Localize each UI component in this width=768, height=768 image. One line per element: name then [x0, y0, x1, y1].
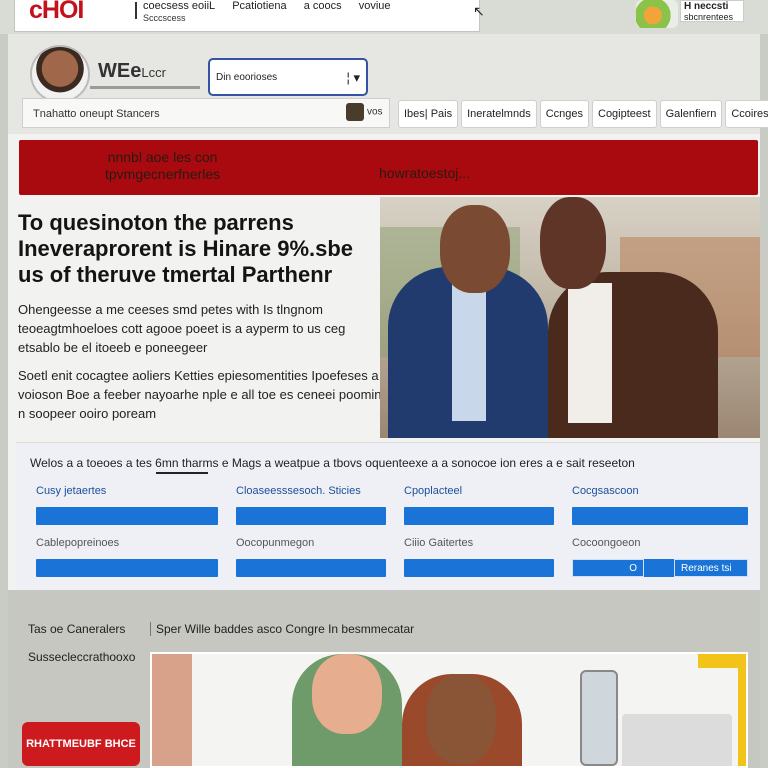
top-bar: cHOI coecsess eoiiL Pcatiotiena a coocs … — [0, 0, 768, 34]
select-caret-icon: ¦ ▾ — [346, 70, 360, 85]
top-links: coecsess eoiiL Pcatiotiena a coocs voviu… — [143, 0, 405, 12]
page: WEeLccr Din eoorioses ¦ ▾ Tnahatto oneup… — [8, 34, 768, 768]
brand-name[interactable]: WEeLccr — [98, 60, 166, 83]
promo-badge-icon[interactable] — [636, 0, 678, 28]
hero-text: To quesinoton the parrens Ineveraprorent… — [18, 210, 383, 423]
nav-item-5[interactable]: Galenfiern — [659, 100, 723, 128]
field-label-3b: Ciiio Gaitertes — [404, 537, 474, 549]
field-input-2[interactable] — [236, 507, 386, 525]
brand-main: WEe — [98, 60, 142, 82]
field-label-2: Cloaseesssesoch. Sticies — [236, 485, 361, 497]
cursor-arrow-icon: ↖ — [473, 3, 485, 19]
form-column-1: Cusy jetaertes Cablepopreinoes — [36, 485, 218, 577]
field-input-3[interactable] — [404, 507, 554, 525]
top-header-panel: cHOI coecsess eoiiL Pcatiotiena a coocs … — [14, 0, 485, 32]
hero-title-line-2: Ineveraprorent is Hinare 9%.sbe — [18, 236, 354, 261]
photo-woman-shirt — [568, 283, 612, 423]
banner-line-1: nnnbl aoe les con — [107, 149, 218, 165]
photo-person-edge — [152, 654, 192, 766]
nav-item-3[interactable]: Ccnges — [539, 100, 589, 128]
search-bar[interactable]: Tnahatto oneupt Stancers vos — [22, 98, 390, 128]
banner-line-2: tpvmgecnerfnerles — [105, 166, 221, 182]
select-value: Din eoorioses — [216, 72, 278, 83]
site-header: WEeLccr Din eoorioses ¦ ▾ Tnahatto oneup… — [8, 34, 768, 134]
top-subtitle: Scccscess — [143, 13, 186, 23]
bottom-photo — [150, 652, 748, 768]
field-label-4: Cocgsascoon — [572, 485, 639, 497]
cta-button[interactable]: RHATTMEUBF BHCE — [22, 722, 140, 766]
hero-paragraph-1: Ohengeesse a me ceeses smd petes with Is… — [18, 302, 346, 355]
hero-paragraph-2: Soetl enit cocagtee aoliers Ketties epie… — [18, 368, 382, 421]
search-icon — [346, 103, 364, 121]
photo-woman-head — [540, 197, 606, 289]
photo-man-shirt — [452, 281, 486, 421]
field-label-1: Cusy jetaertes — [36, 485, 107, 497]
photo-phone — [580, 670, 618, 766]
field-input-4b: O Reranes tsi — [572, 559, 748, 577]
banner-link[interactable]: howratoestoj... — [379, 165, 470, 181]
photo-person-2-head — [426, 674, 496, 764]
brand-underline — [90, 86, 200, 89]
logo-divider — [135, 2, 137, 19]
field-input-4[interactable] — [572, 507, 748, 525]
bottom-tagline: Sper Wille baddes asco Congre In besmmec… — [149, 622, 415, 636]
search-input[interactable]: Tnahatto oneupt Stancers — [33, 108, 160, 120]
photo-person-1-head — [312, 654, 382, 734]
intro-underline — [156, 472, 208, 474]
location-select[interactable]: Din eoorioses ¦ ▾ — [208, 58, 368, 96]
field-input-1[interactable] — [36, 507, 218, 525]
nav-item-1[interactable]: Ibes| Pais — [398, 100, 459, 128]
site-logo[interactable]: cHOI — [29, 0, 84, 25]
photo-man-head — [440, 205, 510, 293]
hero-title-line-3: us of theruve tmertal Parthenr — [18, 262, 333, 287]
top-right-sub: sbcnrentees — [684, 12, 734, 22]
form-column-3: Cpoplacteel Ciiio Gaitertes — [404, 485, 554, 577]
top-link-3[interactable]: a coocs — [304, 0, 342, 12]
banner-left-text: nnnbl aoe les con tpvmgecnerfnerles — [105, 149, 220, 183]
avatar[interactable] — [30, 45, 90, 103]
form-intro: Welos a a toeoes a tes 6mn tharms e Mags… — [30, 456, 635, 470]
hero-title-line-1: To quesinoton the parrens — [18, 210, 294, 235]
main-nav: Ibes| Pais Ineratelmnds Ccnges Cogiptees… — [398, 100, 768, 128]
form-button-a[interactable]: O — [572, 559, 644, 577]
field-input-3b[interactable] — [404, 559, 554, 577]
nav-item-6[interactable]: Ccoires — [725, 100, 768, 128]
form-column-2: Cloaseesssesoch. Sticies Oocopunmegon — [236, 485, 386, 577]
red-banner[interactable]: nnnbl aoe les con tpvmgecnerfnerles howr… — [19, 140, 758, 195]
nav-item-2[interactable]: Ineratelmnds — [461, 100, 537, 128]
top-right-box[interactable]: H neccsti sbcnrentees — [680, 0, 744, 22]
field-input-1b[interactable] — [36, 559, 218, 577]
photo-desk-phone — [622, 714, 732, 766]
search-button[interactable]: vos — [346, 103, 386, 123]
nav-item-4[interactable]: Cogipteest — [592, 100, 657, 128]
top-link-1[interactable]: coecsess eoiiL — [143, 0, 215, 12]
field-input-2b[interactable] — [236, 559, 386, 577]
field-label-2b: Oocopunmegon — [236, 537, 315, 549]
field-label-4b: Cocoongoeon — [572, 537, 641, 549]
top-link-4[interactable]: voviue — [359, 0, 391, 12]
bottom-heading-2: Sussecleccrathooxo — [28, 650, 136, 664]
form-column-4: Cocgsascoon Cocoongoeon O Reranes tsi — [572, 485, 748, 577]
form-button-b[interactable]: Reranes tsi — [674, 559, 748, 577]
hero-title: To quesinoton the parrens Ineveraprorent… — [18, 210, 383, 288]
field-label-3: Cpoplacteel — [404, 485, 463, 497]
top-link-2[interactable]: Pcatiotiena — [232, 0, 286, 12]
brand-suffix: Lccr — [141, 65, 166, 80]
top-right-title: H neccsti — [684, 1, 729, 12]
hero-photo — [380, 197, 760, 438]
bottom-section: Tas oe Caneralers Sper Wille baddes asco… — [8, 590, 760, 768]
bottom-heading-1: Tas oe Caneralers — [28, 622, 126, 636]
search-button-label: vos — [367, 106, 383, 118]
photo-yellow-frame-side — [738, 654, 746, 766]
field-label-1b: Cablepopreinoes — [36, 537, 120, 549]
